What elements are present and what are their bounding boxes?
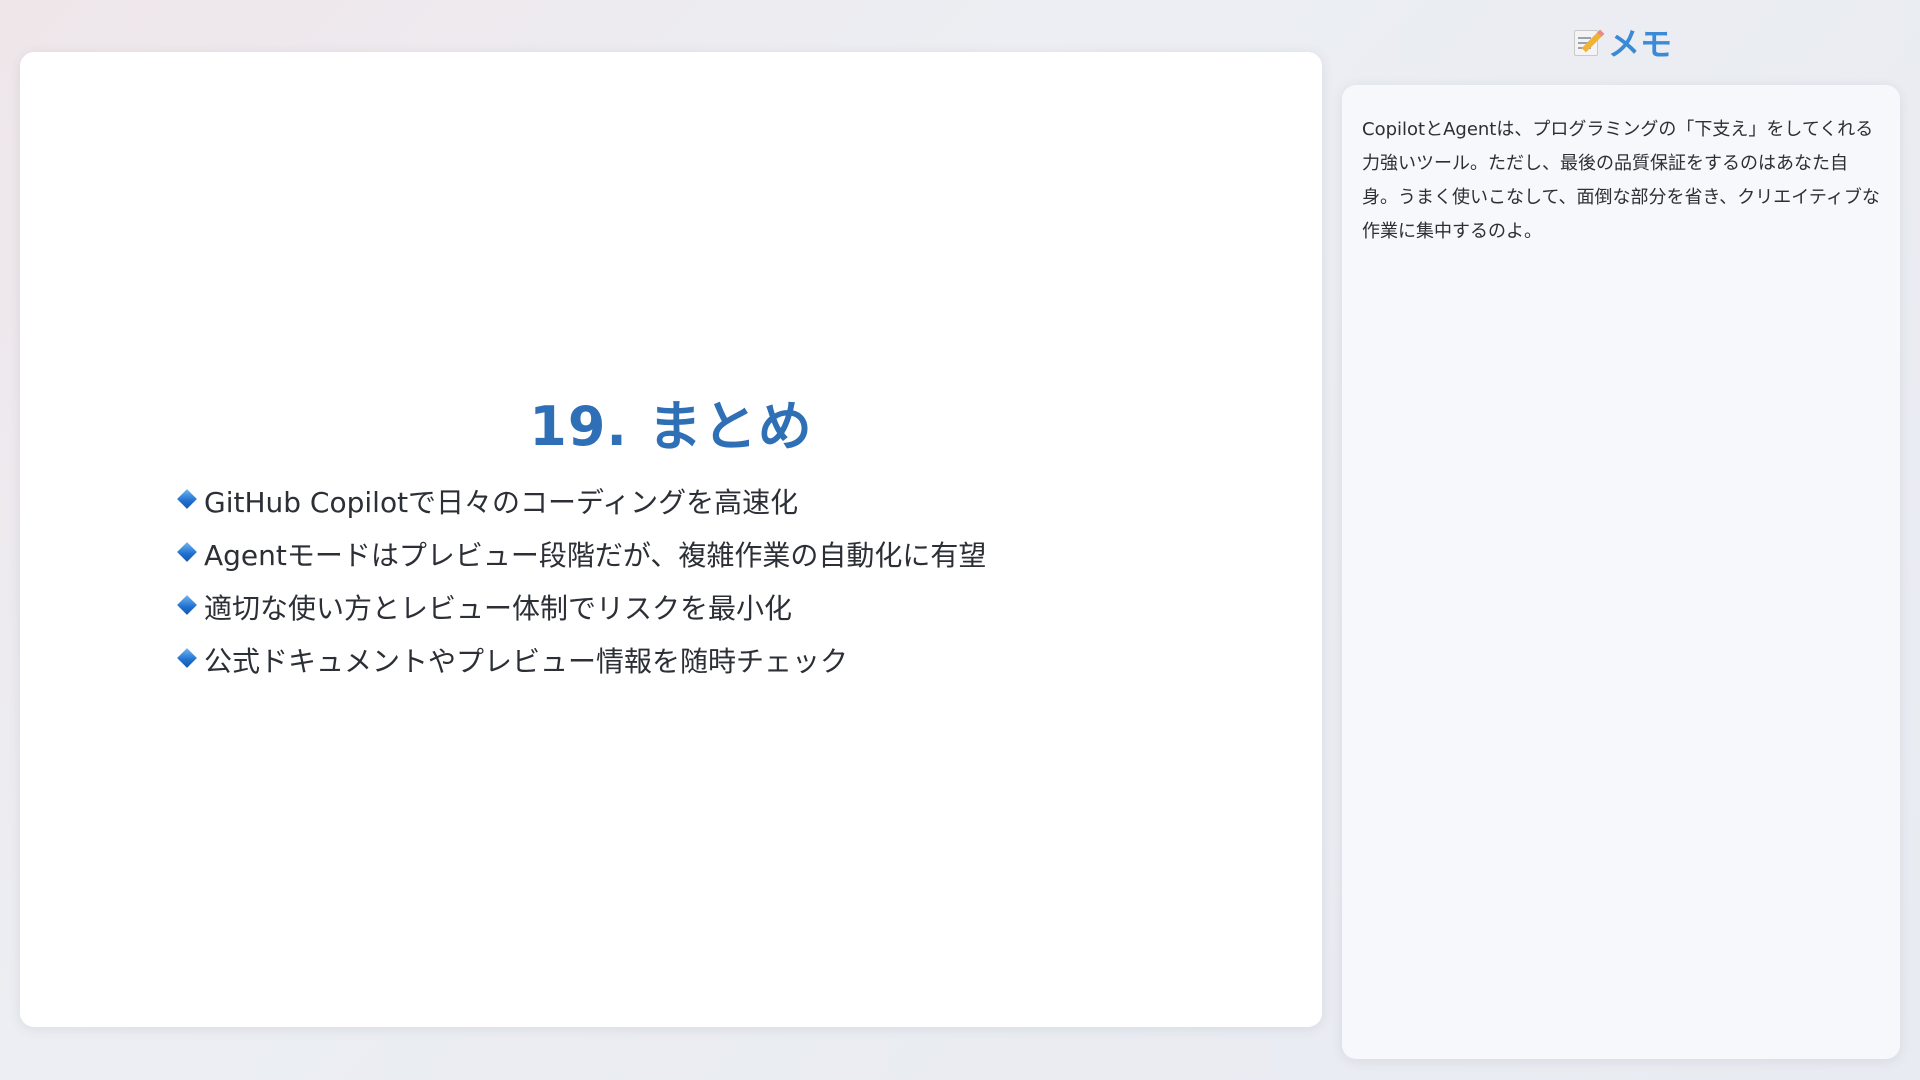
bullet-text: GitHub Copilotで日々のコーディングを高速化 [204, 485, 799, 519]
bullet-text: 公式ドキュメントやプレビュー情報を随時チェック [204, 644, 849, 678]
slide-card: 19. まとめ GitHub Copilotで日々のコーディングを高速化 Age… [20, 52, 1322, 1027]
memo-icon [1572, 28, 1605, 56]
bullet-list: GitHub Copilotで日々のコーディングを高速化 Agentモードはプレ… [176, 474, 986, 686]
slide-title: 19. まとめ [529, 395, 813, 458]
bullet-item: GitHub Copilotで日々のコーディングを高速化 [176, 474, 986, 527]
bullet-text: Agentモードはプレビュー段階だが、複雑作業の自動化に有望 [204, 538, 987, 572]
memo-panel: CopilotとAgentは、プログラミングの「下支え」をしてくれる力強いツール… [1342, 85, 1900, 1059]
bullet-item: 公式ドキュメントやプレビュー情報を随時チェック [176, 633, 986, 686]
memo-text: CopilotとAgentは、プログラミングの「下支え」をしてくれる力強いツール… [1362, 119, 1880, 242]
memo-header: メモ [1342, 20, 1902, 64]
large-blue-diamond-icon [177, 541, 197, 562]
memo-title: メモ [1607, 25, 1672, 63]
bullet-text: 適切な使い方とレビュー体制でリスクを最小化 [204, 591, 793, 625]
large-blue-diamond-icon [177, 594, 197, 615]
bullet-item: Agentモードはプレビュー段階だが、複雑作業の自動化に有望 [176, 527, 986, 580]
large-blue-diamond-icon [177, 488, 197, 509]
large-blue-diamond-icon [177, 647, 197, 668]
slide-content: 19. まとめ GitHub Copilotで日々のコーディングを高速化 Age… [20, 52, 1322, 1027]
bullet-item: 適切な使い方とレビュー体制でリスクを最小化 [176, 580, 986, 633]
